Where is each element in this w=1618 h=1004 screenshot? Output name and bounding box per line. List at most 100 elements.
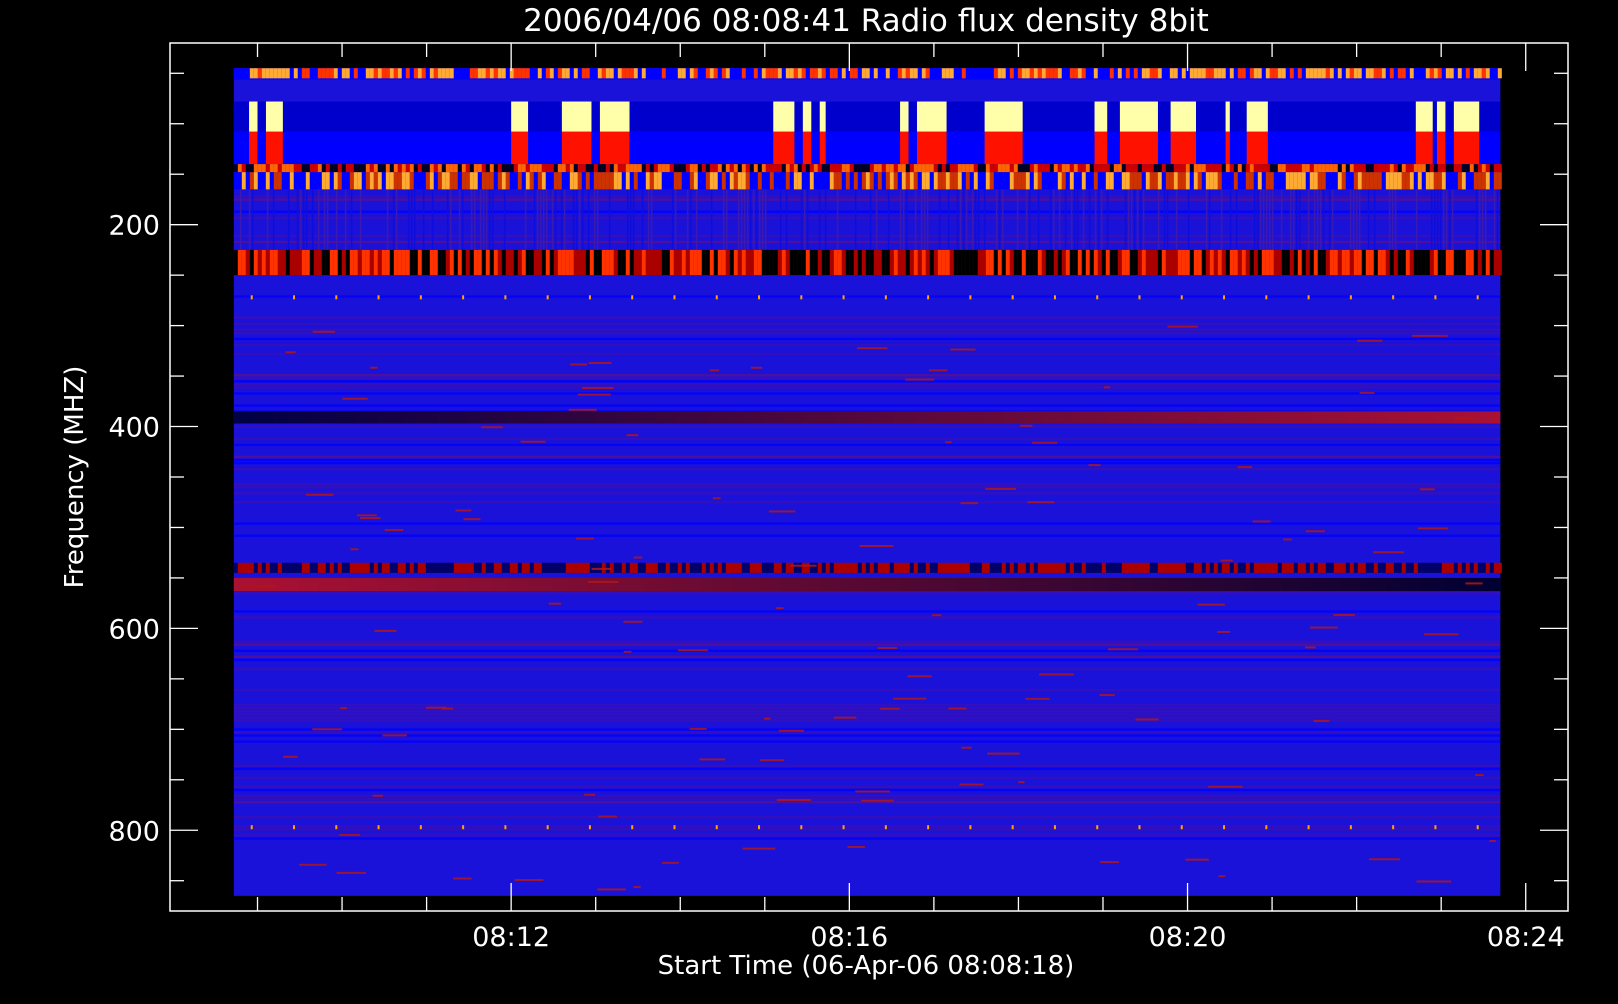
marker-dot (250, 295, 253, 300)
band-segment (453, 68, 458, 79)
radio-burst (1225, 101, 1230, 132)
band-segment (589, 164, 594, 173)
band-segment (1421, 249, 1426, 276)
band-segment (757, 164, 762, 173)
heatmap-stripe (1028, 189, 1031, 250)
band-segment (1393, 172, 1398, 190)
heatmap-stripe (1052, 189, 1055, 250)
band-segment (1461, 164, 1466, 173)
band-segment (289, 562, 294, 573)
band-segment (1153, 68, 1158, 79)
band-segment (1261, 249, 1266, 276)
radio-burst (1436, 131, 1446, 165)
band-segment (865, 562, 870, 573)
band-segment (1249, 172, 1254, 190)
band-segment (873, 164, 878, 173)
band-segment (913, 172, 918, 190)
band-segment (1149, 249, 1154, 276)
band-segment (1441, 172, 1446, 190)
band-segment (669, 562, 674, 573)
band-segment (961, 172, 966, 190)
band-segment (945, 68, 950, 79)
band-segment (1361, 249, 1366, 276)
band-segment (613, 562, 618, 573)
band-segment (1133, 164, 1138, 173)
band-segment (413, 68, 418, 79)
band-segment (777, 562, 782, 573)
heatmap-fragment (1020, 424, 1033, 427)
band-segment (281, 164, 286, 173)
band-segment (493, 562, 498, 573)
band-segment (797, 249, 802, 276)
band-segment (1461, 68, 1466, 79)
band-segment (453, 249, 458, 276)
band-segment (1181, 249, 1186, 276)
band-segment (805, 164, 810, 173)
heatmap-texture-line (233, 610, 1501, 613)
band-segment (1453, 172, 1458, 190)
band-segment (289, 172, 294, 190)
heatmap-stripe (1328, 189, 1331, 250)
band-segment (1177, 172, 1182, 190)
band-segment (1025, 249, 1030, 276)
band-segment (1061, 249, 1066, 276)
band-segment (709, 164, 714, 173)
band-segment (845, 164, 850, 173)
band-segment (825, 249, 830, 276)
band-segment (509, 68, 514, 79)
heatmap-stripe (470, 189, 473, 250)
band-segment (325, 68, 330, 79)
band-segment (1461, 172, 1466, 190)
band-segment (321, 164, 326, 173)
band-segment (833, 172, 838, 190)
band-segment (413, 172, 418, 190)
marker-dot (377, 295, 380, 300)
band-segment (929, 249, 934, 276)
band-segment (1425, 249, 1430, 276)
band-segment (445, 68, 450, 79)
band-segment (1281, 172, 1286, 190)
band-segment (305, 164, 310, 173)
band-segment (293, 249, 298, 276)
band-segment (881, 68, 886, 79)
band-segment (421, 68, 426, 79)
radio-burst (1415, 101, 1433, 132)
band-segment (1309, 249, 1314, 276)
band-segment (457, 164, 462, 173)
band-segment (501, 68, 506, 79)
band-segment (357, 249, 362, 276)
heatmap-stripe (779, 189, 782, 250)
band-segment (469, 172, 474, 190)
band-segment (809, 249, 814, 276)
band-segment (997, 562, 1002, 573)
band-segment (689, 249, 694, 276)
heatmap-stripe (1220, 189, 1223, 250)
band-segment (269, 249, 274, 276)
band-segment (1201, 249, 1206, 276)
marker-dot (631, 295, 634, 300)
heatmap-texture-line (233, 374, 1501, 377)
band-segment (1257, 562, 1262, 573)
band-segment (553, 562, 558, 573)
heatmap-stripe (1037, 189, 1040, 250)
band-segment (981, 164, 986, 173)
marker-dot (927, 825, 930, 830)
band-segment (1085, 249, 1090, 276)
band-segment (489, 249, 494, 276)
band-segment (1077, 249, 1082, 276)
band-segment (1489, 249, 1494, 276)
band-segment (1445, 249, 1450, 276)
band-segment (1257, 164, 1262, 173)
band-segment (889, 68, 894, 79)
band-segment (381, 562, 386, 573)
band-segment (1325, 172, 1330, 190)
band-segment (273, 249, 278, 276)
band-segment (1253, 249, 1258, 276)
band-segment (461, 164, 466, 173)
band-segment (757, 68, 762, 79)
band-segment (1169, 172, 1174, 190)
band-segment (1441, 164, 1446, 173)
band-segment (481, 164, 486, 173)
band-segment (1257, 249, 1262, 276)
band-segment (1197, 164, 1202, 173)
